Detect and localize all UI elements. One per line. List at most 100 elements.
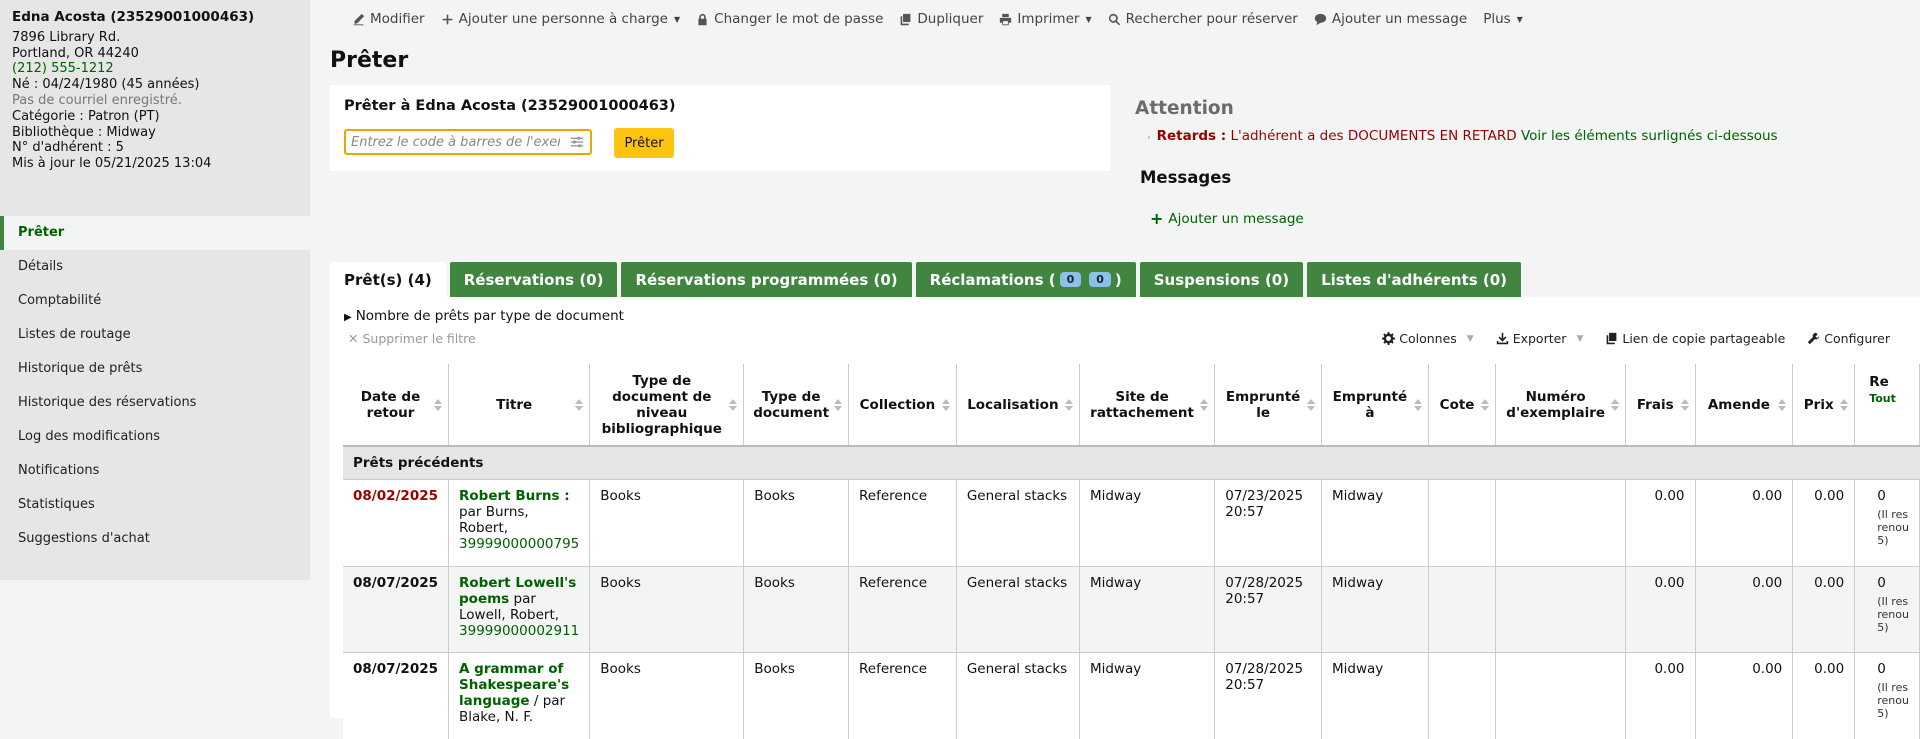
changer-mdp-label: Changer le mot de passe xyxy=(714,11,884,27)
patron-nav: Prêter Détails Comptabilité Listes de ro… xyxy=(0,216,310,556)
changer-mdp-button[interactable]: Changer le mot de passe xyxy=(688,8,891,30)
title-cell: Robert Lowell's poems par Lowell, Robert… xyxy=(448,566,591,653)
due-date: 08/07/2025 xyxy=(343,652,450,739)
bib-type: Books xyxy=(589,652,745,739)
nav-log-modifications[interactable]: Log des modifications xyxy=(0,420,310,454)
clear-filter-button[interactable]: ✕ Supprimer le filtre xyxy=(348,331,476,346)
reclamations-badge-1: 0 xyxy=(1059,272,1082,287)
bib-type: Books xyxy=(589,479,745,567)
col-site-rattachement[interactable]: Site de rattachement xyxy=(1079,364,1216,446)
tab-reservations-programmees[interactable]: Réservations programmées (0) xyxy=(621,262,912,297)
nav-details[interactable]: Détails xyxy=(0,250,310,284)
col-type-document[interactable]: Type de document xyxy=(743,364,850,446)
caret-down-icon: ▼ xyxy=(1516,14,1523,24)
nav-historique-prets[interactable]: Historique de prêts xyxy=(0,352,310,386)
configurer-button[interactable]: Configurer xyxy=(1807,331,1890,346)
rechercher-reserver-button[interactable]: Rechercher pour réserver xyxy=(1100,8,1306,30)
ajouter-charge-button[interactable]: Ajouter une personne à charge ▼ xyxy=(433,8,689,30)
tab-reclamations[interactable]: Réclamations ( 0 0 ) xyxy=(915,262,1136,297)
overdue-label: Retards : xyxy=(1156,128,1227,144)
sort-icon xyxy=(1481,398,1490,411)
patron-phone[interactable]: (212) 555-1212 xyxy=(12,61,298,77)
imprimer-button[interactable]: Imprimer ▼ xyxy=(991,8,1099,30)
table-header-row: Date de retour Titre Type de document de… xyxy=(343,364,1920,446)
tab-reservations[interactable]: Réservations (0) xyxy=(449,262,618,297)
colonnes-button[interactable]: Colonnes ▼ xyxy=(1382,331,1474,346)
checkout-date-day: 07/28/2025 xyxy=(1225,575,1304,591)
charges: 0.00 xyxy=(1625,479,1696,567)
col-cote[interactable]: Cote xyxy=(1428,364,1497,446)
lock-icon xyxy=(698,13,707,25)
renew-note: (Il res renou 5) xyxy=(1877,681,1909,720)
exporter-button[interactable]: Exporter ▼ xyxy=(1496,331,1583,346)
ajouter-message-toolbar-button[interactable]: Ajouter un message xyxy=(1306,8,1475,30)
nav-historique-reservations[interactable]: Historique des réservations xyxy=(0,386,310,420)
call-number xyxy=(1428,652,1497,739)
plus-button[interactable]: Plus ▼ xyxy=(1475,8,1531,30)
sort-icon xyxy=(1064,398,1073,411)
renew-all-link[interactable]: Tout xyxy=(1869,392,1896,405)
lien-copie-button[interactable]: Lien de copie partageable xyxy=(1605,331,1785,346)
col-localisation[interactable]: Localisation xyxy=(956,364,1080,446)
plus-icon xyxy=(442,14,452,24)
col-label: Prix xyxy=(1803,396,1834,413)
barcode-link[interactable]: 39999000000795 xyxy=(459,536,579,552)
copy-icon xyxy=(1607,332,1617,345)
sort-icon xyxy=(1680,398,1689,411)
barcode-input[interactable]: Entrez le code à barres de l'exemplaire xyxy=(344,129,592,155)
col-emprunte-le[interactable]: Emprunté le xyxy=(1214,364,1323,446)
modifier-button[interactable]: Modifier xyxy=(344,8,433,30)
overdue-link[interactable]: Voir les éléments surlignés ci-dessous xyxy=(1521,128,1778,144)
checkout-library: Midway xyxy=(1321,479,1429,567)
col-date-retour[interactable]: Date de retour xyxy=(343,364,450,446)
nav-comptabilite[interactable]: Comptabilité xyxy=(0,284,310,318)
nav-statistiques[interactable]: Statistiques xyxy=(0,488,310,522)
overdue-text: L'adhérent a des DOCUMENTS EN RETARD xyxy=(1230,128,1517,144)
table-row: 08/02/2025 Robert Burns : par Burns, Rob… xyxy=(343,479,1920,567)
col-collection[interactable]: Collection xyxy=(848,364,957,446)
patron-library: Bibliothèque : Midway xyxy=(12,124,156,140)
tab-suspensions[interactable]: Suspensions (0) xyxy=(1139,262,1304,297)
checkout-date: 07/28/2025 20:57 xyxy=(1214,652,1323,739)
tab-listes-adherents[interactable]: Listes d'adhérents (0) xyxy=(1307,262,1521,297)
patron-number: N° d'adhérent : 5 xyxy=(12,140,124,156)
title-link[interactable]: Robert Burns : xyxy=(459,488,570,504)
nav-suggestions-achat[interactable]: Suggestions d'achat xyxy=(0,522,310,556)
comment-icon xyxy=(1314,13,1327,25)
barcode-link[interactable]: 39999000002911 xyxy=(459,623,579,639)
sort-icon xyxy=(1307,398,1316,411)
download-icon xyxy=(1496,332,1508,345)
caret-down-icon: ▼ xyxy=(1466,333,1474,344)
reclamations-end: ) xyxy=(1114,270,1122,289)
tab-prets[interactable]: Prêt(s) (4) xyxy=(330,262,446,297)
col-numero-exemplaire[interactable]: Numéro d'exemplaire xyxy=(1495,364,1626,446)
col-amende[interactable]: Amende xyxy=(1695,364,1794,446)
checkout-date-day: 07/28/2025 xyxy=(1225,661,1304,677)
col-prix[interactable]: Prix xyxy=(1792,364,1856,446)
col-emprunte-a[interactable]: Emprunté à xyxy=(1321,364,1429,446)
nav-preter[interactable]: Prêter xyxy=(0,216,310,250)
col-titre[interactable]: Titre xyxy=(448,364,591,446)
sliders-icon[interactable] xyxy=(570,135,584,149)
pencil-icon xyxy=(353,13,365,25)
preter-button[interactable]: Prêter xyxy=(614,128,674,158)
sort-icon xyxy=(834,398,843,411)
patron-updated: Mis à jour le 05/21/2025 13:04 xyxy=(12,156,212,172)
nav-notifications[interactable]: Notifications xyxy=(0,454,310,488)
checkout-library: Midway xyxy=(1321,652,1429,739)
col-type-biblio[interactable]: Type de document de niveau bibliographiq… xyxy=(589,364,745,446)
table-row: 08/07/2025 Robert Lowell's poems par Low… xyxy=(343,566,1920,653)
add-message-link[interactable]: + Ajouter un message xyxy=(1150,209,1304,228)
nav-listes-routage[interactable]: Listes de routage xyxy=(0,318,310,352)
dupliquer-button[interactable]: Dupliquer xyxy=(891,8,991,30)
location: General stacks xyxy=(956,479,1080,567)
bullet-icon: › xyxy=(1147,133,1151,143)
renew-cell: 0 (Il res renou 5) xyxy=(1854,479,1920,567)
patron-name: Edna Acosta (23529001000463) xyxy=(12,9,255,25)
col-renouveler[interactable]: Re Tout xyxy=(1854,364,1920,446)
col-label: Numéro d'exemplaire xyxy=(1506,388,1606,421)
col-frais[interactable]: Frais xyxy=(1625,364,1696,446)
fine: 0.00 xyxy=(1695,479,1794,567)
col-label: Site de rattachement xyxy=(1090,388,1194,421)
summary-toggle[interactable]: ▶ Nombre de prêts par type de document xyxy=(344,308,624,324)
